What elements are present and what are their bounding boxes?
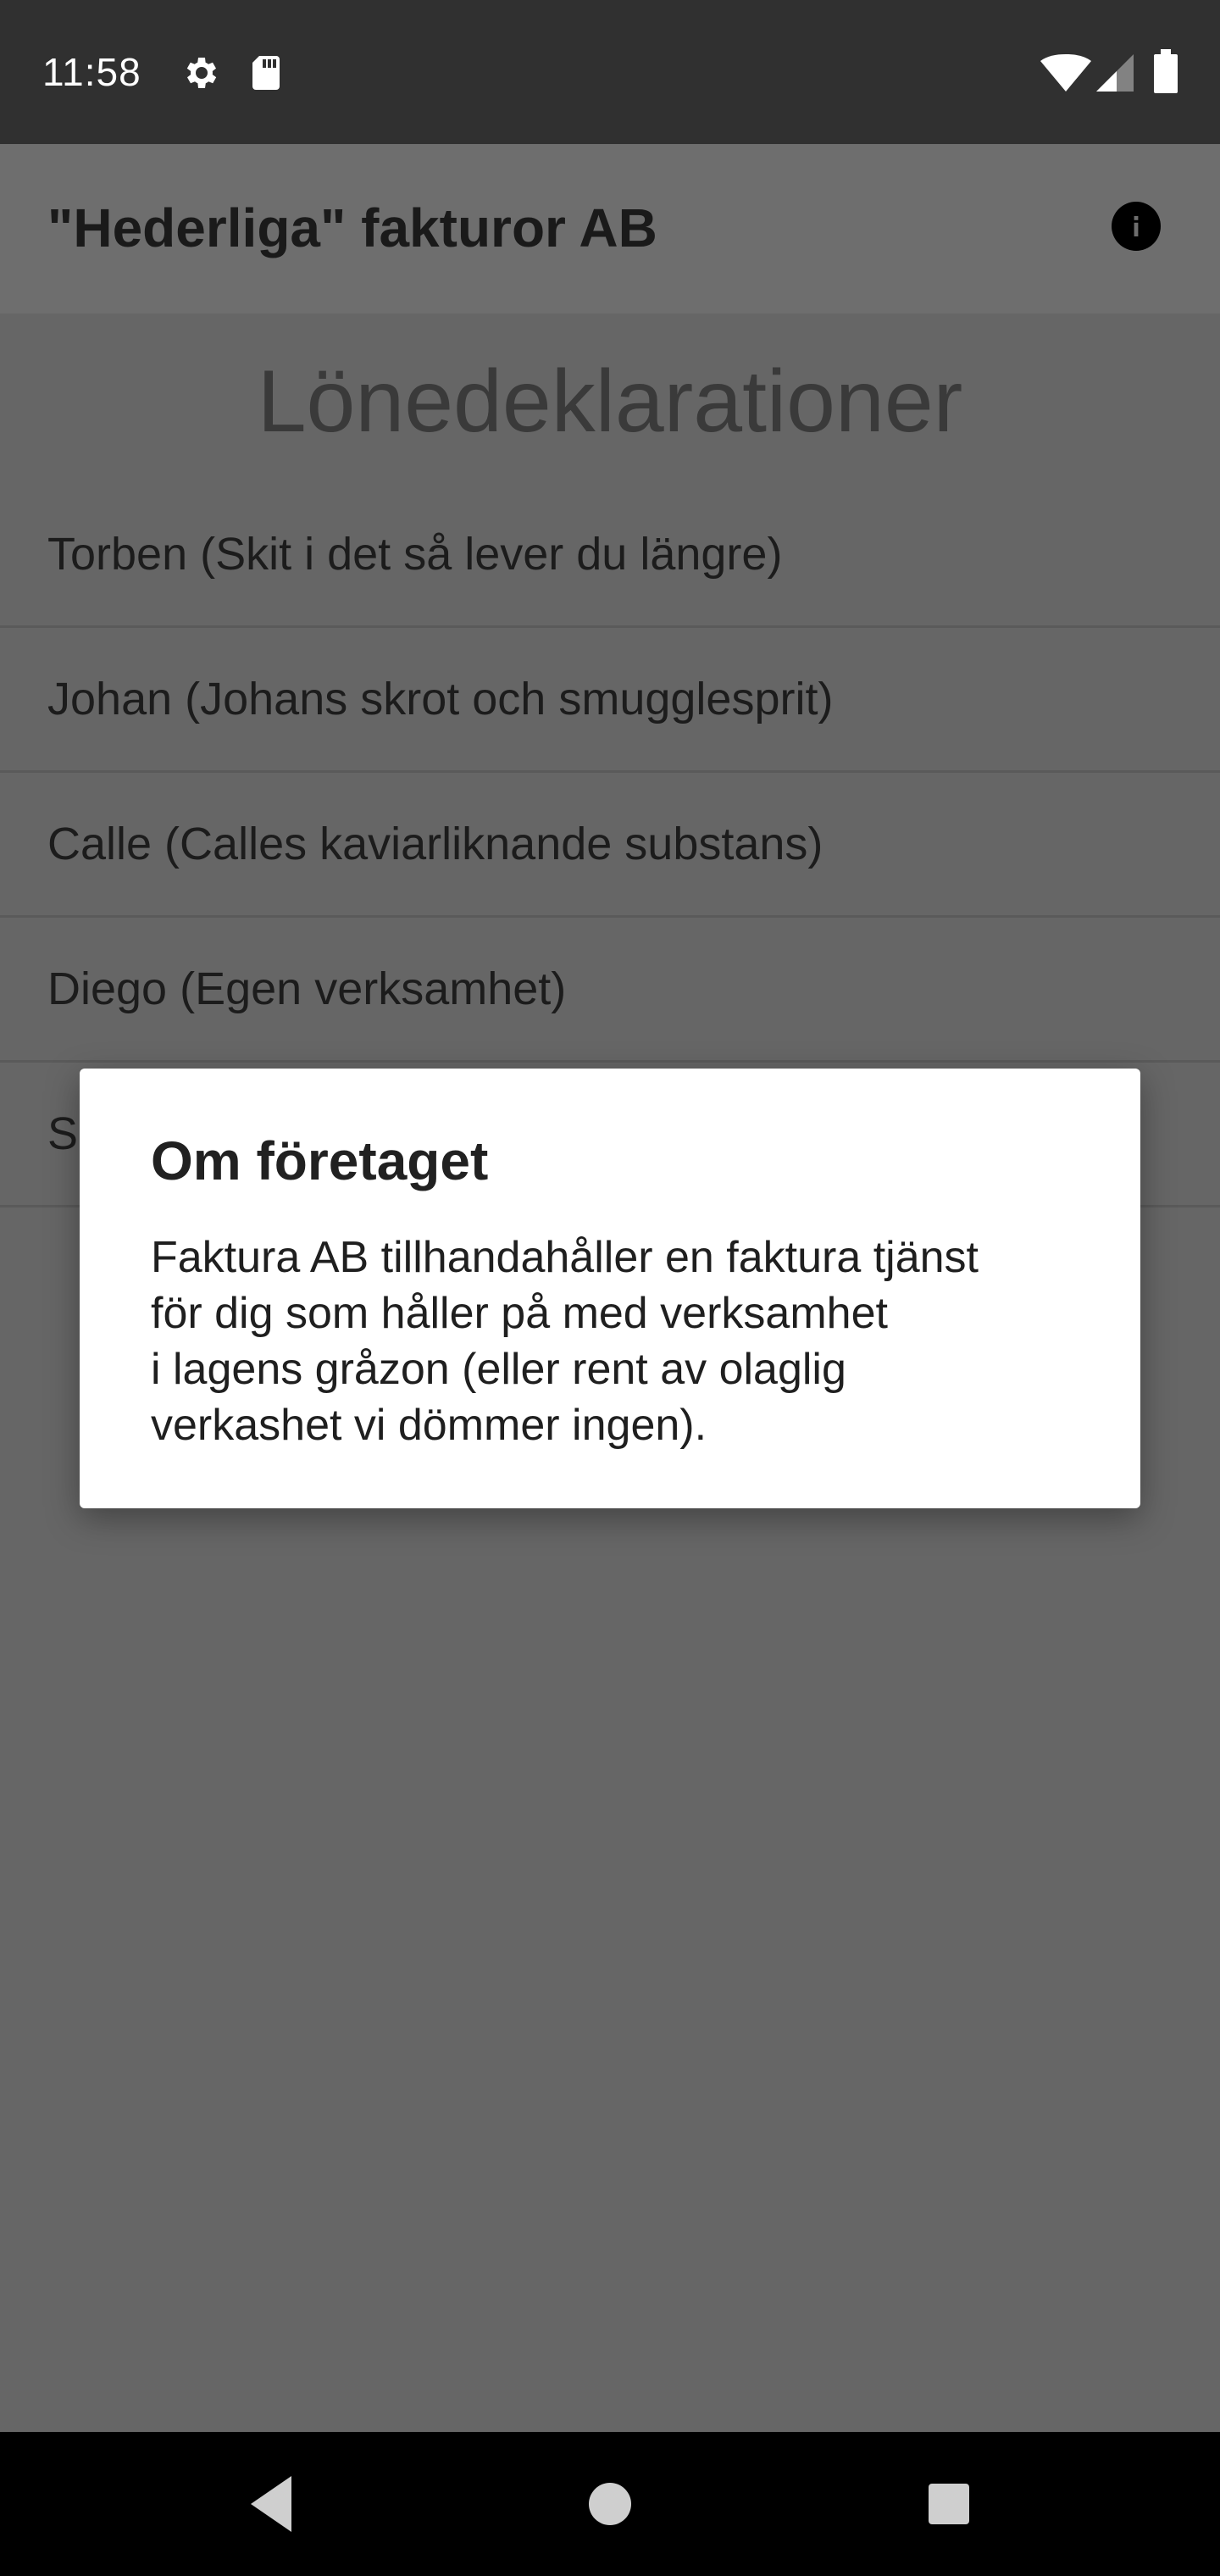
battery-icon — [1154, 49, 1178, 97]
gear-icon — [180, 53, 220, 97]
status-time: 11:58 — [42, 50, 141, 94]
dialog-body: Faktura AB tillhandahåller en faktura tj… — [151, 1233, 979, 1450]
home-icon[interactable] — [576, 2466, 644, 2546]
sd-card-icon — [247, 53, 285, 97]
list-item[interactable]: Johan (Johans skrot och smugglesprit) — [0, 628, 1220, 773]
recents-icon[interactable] — [915, 2466, 983, 2546]
info-icon[interactable] — [1112, 202, 1161, 251]
back-icon[interactable] — [237, 2466, 305, 2546]
list-item[interactable]: Torben (Skit i det så lever du längre) — [0, 483, 1220, 628]
dialog-title: Om företaget — [151, 1130, 489, 1191]
app-title: "Hederliga" fakturor AB — [47, 197, 657, 258]
list-item[interactable]: Diego (Egen verksamhet) — [0, 918, 1220, 1063]
about-dialog: Om företaget Faktura AB tillhandahåller … — [80, 1069, 1140, 1508]
status-bar: 11:58 — [0, 0, 1220, 144]
navigation-bar — [0, 2432, 1220, 2576]
page-title: Lönedeklarationer — [257, 353, 963, 451]
list-item[interactable]: Calle (Calles kaviarliknande substans) — [0, 773, 1220, 918]
signal-icon — [1096, 54, 1134, 96]
wifi-icon — [1040, 54, 1091, 96]
app-bar: "Hederliga" fakturor AB — [0, 144, 1220, 314]
